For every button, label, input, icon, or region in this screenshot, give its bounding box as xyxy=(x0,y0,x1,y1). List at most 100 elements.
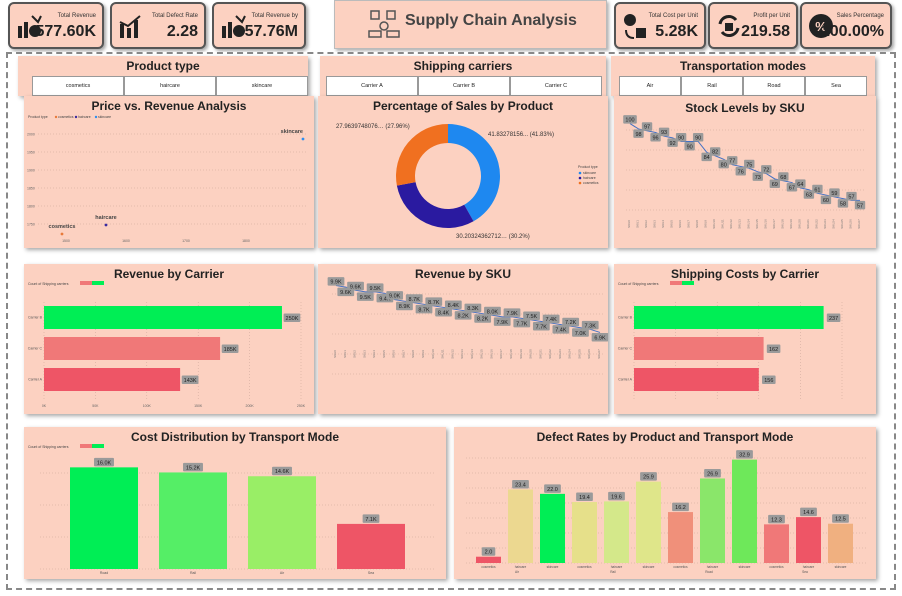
slicer-option-cosmetics[interactable]: cosmetics xyxy=(32,76,124,96)
legend-gradient xyxy=(682,281,694,285)
kpi-label: Total Cost per Unit xyxy=(648,13,698,19)
data-label: 92 xyxy=(670,141,676,147)
x-tick-label: SKU25 xyxy=(840,219,844,229)
x-tick-label: SKU1 xyxy=(343,350,347,358)
x-tick-label: Air xyxy=(280,571,285,575)
bar xyxy=(796,517,821,563)
x-tick-label: 1700 xyxy=(182,239,190,243)
revenue-by-sku-chart: 9.9K9.6K9.6K9.5K9.5K9.4K9.0K8.9K8.7K8.7K… xyxy=(327,277,608,375)
x-tick-label: SKU18 xyxy=(780,219,784,229)
slicer-option-haircare[interactable]: haircare xyxy=(124,76,216,96)
bar xyxy=(634,306,824,329)
pie-slice xyxy=(396,124,448,186)
data-label: 2.0 xyxy=(485,550,493,556)
kpi-value: 2.28 xyxy=(166,23,198,40)
kpi-sales-percentage: % Sales Percentage 100.00% xyxy=(800,2,892,49)
slicer-option-carrier-b[interactable]: Carrier B xyxy=(418,76,510,96)
x-tick-label: SKU12 xyxy=(729,219,733,229)
scatter-point xyxy=(301,137,305,141)
slicer-option-rail[interactable]: Rail xyxy=(681,76,743,96)
x-tick-label: SKU27 xyxy=(597,349,601,359)
bar xyxy=(508,489,533,563)
kpi-value: 5.28K xyxy=(655,23,698,40)
data-label: 8.2K xyxy=(457,314,469,320)
slicer-option-carrier-a[interactable]: Carrier A xyxy=(326,76,418,96)
x-tick-label: cosmetics xyxy=(673,565,688,569)
x-tick-label: SKU13 xyxy=(460,349,464,359)
x-tick-label: SKU11 xyxy=(441,349,445,359)
data-label: 96 xyxy=(652,136,658,142)
data-label: 23.4 xyxy=(515,482,526,488)
data-label: 7.7K xyxy=(516,321,528,327)
bar-chart-icon xyxy=(119,15,141,38)
cost-distribution-chart: Count of Shipping carriers 16.0K Road 15.2K… xyxy=(28,444,434,575)
x-tick-label: SKU17 xyxy=(772,219,776,229)
kpi-total-defect-rate: Total Defect Rate 2.28 xyxy=(110,2,206,49)
data-label: 12.3 xyxy=(771,517,782,523)
bar xyxy=(700,478,725,563)
data-label: 80 xyxy=(721,162,727,168)
x-tick-label: SKU4 xyxy=(661,220,665,228)
data-label: 67 xyxy=(789,186,795,192)
x-tick-label: 50K xyxy=(92,404,99,408)
x-tick-label: SKU13 xyxy=(738,219,742,229)
x-tick-label: haircare xyxy=(707,565,719,569)
kpi-label: Sales Percentage xyxy=(836,13,884,19)
data-label: 8.2K xyxy=(477,317,489,323)
legend-marker xyxy=(578,181,582,185)
supply-chain-icon xyxy=(368,10,400,38)
data-label: 58 xyxy=(840,202,846,208)
x-tick-label: 1500 xyxy=(62,239,70,243)
data-label: 7.4K xyxy=(545,317,557,323)
y-tick-label: Carrier B xyxy=(28,316,43,320)
kpi-total-revenue-by: Total Revenue by 57.76M xyxy=(212,2,306,49)
slicer-option-road[interactable]: Road xyxy=(743,76,805,96)
bar xyxy=(44,337,221,360)
slicer-product-type: Product type cosmetics haircare skincare xyxy=(18,56,308,96)
panel-stock-levels: Stock Levels by SKU 100 98 97 96 93 92 90 90 90 8… xyxy=(614,96,876,248)
bar xyxy=(572,502,597,563)
data-label: 90 xyxy=(687,144,693,150)
data-label: 19.4 xyxy=(579,495,590,501)
kpi-label: Profit per Unit xyxy=(753,13,790,19)
bar xyxy=(668,512,693,563)
x-tick-label: haircare xyxy=(515,565,527,569)
x-tick-label: SKU8 xyxy=(411,350,415,358)
pie-slice xyxy=(448,124,500,222)
bar xyxy=(828,523,853,563)
slicer-transport-modes: Transportation modes Air Rail Road Sea xyxy=(611,56,875,96)
x-tick-label: SKU7 xyxy=(687,220,691,228)
slicer-option-sea[interactable]: Sea xyxy=(805,76,867,96)
data-label: 237 xyxy=(829,316,838,322)
bar xyxy=(70,467,138,569)
slicer-option-carrier-c[interactable]: Carrier C xyxy=(510,76,602,96)
y-tick-label: Carrier C xyxy=(28,347,43,351)
x-tick-label: cosmetics xyxy=(481,565,496,569)
x-tick-label: SKU14 xyxy=(470,349,474,359)
slicer-option-air[interactable]: Air xyxy=(619,76,681,96)
y-tick-label: 1950 xyxy=(27,151,35,155)
legend-marker xyxy=(578,176,582,180)
x-tick-label: SKU16 xyxy=(763,219,767,229)
x-tick-label: skincare xyxy=(643,565,655,569)
legend-item: haircare xyxy=(583,176,596,180)
slicer-shipping-carriers: Shipping carriers Carrier A Carrier B Ca… xyxy=(320,56,606,96)
kpi-label: Total Defect Rate xyxy=(151,13,198,19)
point-label: haircare xyxy=(95,215,116,221)
legend-marker xyxy=(54,115,58,119)
x-tick-label: 1800 xyxy=(242,239,250,243)
x-tick-label: SKU5 xyxy=(670,220,674,228)
kpi-label: Total Revenue by xyxy=(251,13,298,19)
data-label: 7.3K xyxy=(585,323,597,329)
x-group-label: Road xyxy=(705,570,713,574)
slicer-option-skincare[interactable]: skincare xyxy=(216,76,308,96)
data-label: 19.6 xyxy=(611,494,622,500)
y-tick-label: 1750 xyxy=(27,223,35,227)
x-tick-label: SKU2 xyxy=(644,220,648,228)
legend-item: haircare xyxy=(78,115,91,119)
legend-title: Count of Shipping carriers xyxy=(28,282,69,286)
y-tick-label: 1800 xyxy=(27,205,35,209)
x-tick-label: SKU0 xyxy=(333,350,337,358)
x-tick-label: SKU16 xyxy=(489,349,493,359)
legend-title: Product type xyxy=(28,115,48,119)
